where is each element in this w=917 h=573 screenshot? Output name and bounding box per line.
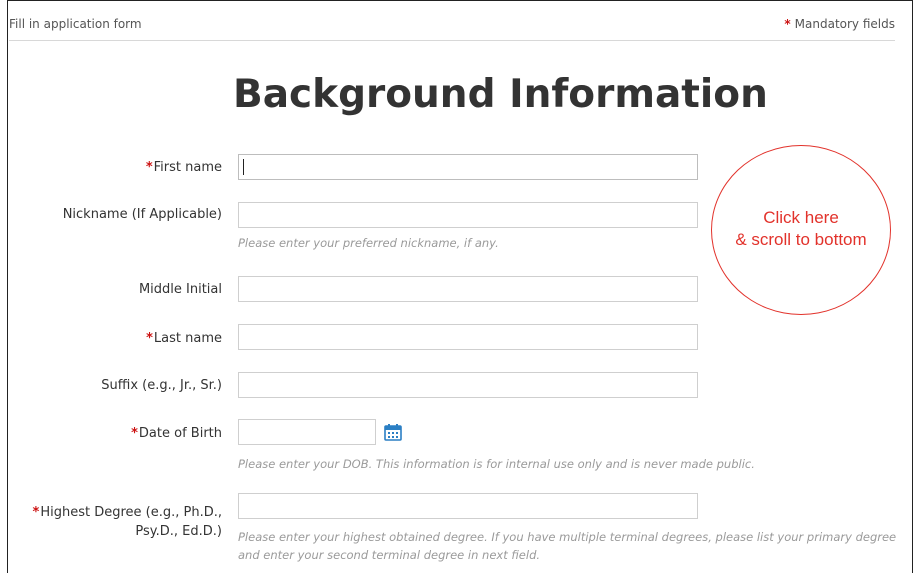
- required-asterisk: *: [146, 331, 153, 346]
- middle-initial-label: Middle Initial: [138, 282, 222, 297]
- last-name-label: *Last name: [146, 331, 222, 346]
- calendar-icon[interactable]: [384, 423, 402, 441]
- required-asterisk: *: [145, 160, 153, 175]
- required-asterisk: *: [784, 17, 791, 31]
- mandatory-fields-note: * Mandatory fields: [784, 17, 895, 31]
- suffix-label: Suffix (e.g., Jr., Sr.): [101, 378, 222, 393]
- dob-label: *Date of Birth: [131, 426, 222, 441]
- highest-degree-hint: Please enter your highest obtained degre…: [238, 530, 897, 562]
- nickname-hint: Please enter your preferred nickname, if…: [238, 236, 499, 250]
- nickname-label: Nickname (If Applicable): [62, 207, 222, 222]
- middle-initial-input[interactable]: [238, 276, 698, 302]
- first-name-label: *First name: [145, 160, 222, 175]
- form-instructions: Fill in application form: [9, 17, 142, 31]
- required-asterisk: *: [131, 426, 138, 441]
- suffix-input[interactable]: [238, 372, 698, 398]
- required-asterisk: *: [32, 505, 40, 520]
- highest-degree-label: *Highest Degree (e.g., Ph.D., Psy.D., Ed…: [32, 505, 222, 539]
- header-divider: [9, 40, 895, 41]
- mandatory-fields-label: Mandatory fields: [794, 17, 895, 31]
- page-title: Background Information: [233, 72, 768, 117]
- dob-input[interactable]: [238, 419, 376, 445]
- nickname-input[interactable]: [238, 202, 698, 228]
- last-name-input[interactable]: [238, 324, 698, 350]
- annotation-line2: & scroll to bottom: [735, 230, 867, 249]
- highest-degree-input[interactable]: [238, 493, 698, 519]
- first-name-input[interactable]: [238, 154, 698, 180]
- annotation-text: Click here & scroll to bottom: [711, 207, 891, 251]
- text-cursor: [243, 159, 244, 175]
- dob-hint: Please enter your DOB. This information …: [238, 457, 755, 471]
- annotation-line1: Click here: [763, 208, 839, 227]
